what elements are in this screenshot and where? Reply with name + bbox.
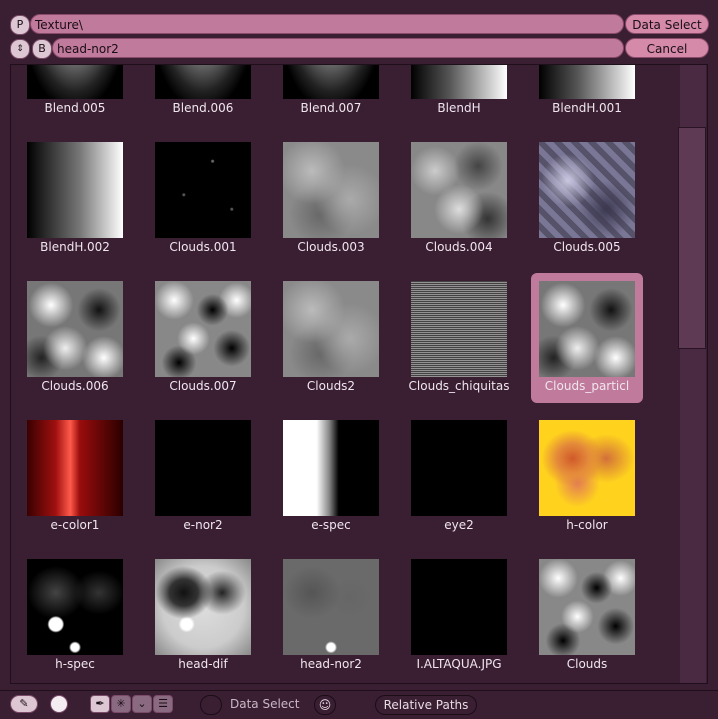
- texture-thumbnail[interactable]: [411, 65, 507, 99]
- thumbnail-item[interactable]: BlendH.002: [11, 134, 123, 264]
- thumbnail-label: eye2: [444, 518, 474, 532]
- texture-thumbnail[interactable]: [411, 559, 507, 655]
- thumbnail-item[interactable]: eye2: [395, 412, 507, 542]
- texture-thumbnail[interactable]: [27, 420, 123, 516]
- texture-thumbnail[interactable]: [283, 142, 379, 238]
- path-field[interactable]: Texture\: [30, 14, 624, 34]
- thumbnail-item[interactable]: I.ALTAQUA.JPG: [395, 551, 507, 681]
- thumbnail-item[interactable]: Clouds.007: [139, 273, 251, 403]
- thumbnail-label: Clouds.006: [41, 379, 109, 393]
- thumbnail-item[interactable]: Clouds.003: [267, 134, 379, 264]
- thumbnail-item[interactable]: e-nor2: [139, 412, 251, 542]
- sort-size-icon[interactable]: ☰: [153, 695, 173, 713]
- thumbnail-label: BlendH.002: [40, 240, 110, 254]
- file-browser-footer: ✎ ✒ ✳ ⌄ ☰ Data Select ☺ Relative Paths: [0, 690, 718, 719]
- thumbnail-item[interactable]: Blend.005: [11, 65, 123, 125]
- thumbnail-item[interactable]: Clouds: [523, 551, 635, 681]
- texture-thumbnail[interactable]: [155, 142, 251, 238]
- texture-thumbnail[interactable]: [155, 559, 251, 655]
- thumbnail-label: Blend.005: [44, 101, 106, 115]
- thumbnail-label: Clouds.003: [297, 240, 365, 254]
- sort-arrows-icon[interactable]: ⇕: [10, 39, 30, 59]
- texture-thumbnail[interactable]: [283, 420, 379, 516]
- thumbnail-item[interactable]: h-spec: [11, 551, 123, 681]
- thumbnail-label: Clouds2: [306, 379, 356, 393]
- texture-thumbnail[interactable]: [283, 65, 379, 99]
- texture-thumbnail[interactable]: [155, 420, 251, 516]
- thumbnail-item[interactable]: e-color1: [11, 412, 123, 542]
- thumbnail-item[interactable]: Clouds_particl: [523, 273, 643, 403]
- texture-thumbnail[interactable]: [539, 559, 635, 655]
- thumbnail-label: I.ALTAQUA.JPG: [416, 657, 502, 671]
- thumbnail-item[interactable]: Clouds.001: [139, 134, 251, 264]
- thumbnail-label: head-dif: [178, 657, 228, 671]
- thumbnail-label: Clouds.001: [169, 240, 237, 254]
- thumbnail-label: Clouds.004: [425, 240, 493, 254]
- texture-thumbnail[interactable]: [411, 281, 507, 377]
- texture-thumbnail[interactable]: [539, 281, 635, 377]
- thumbnail-label: e-color1: [50, 518, 100, 532]
- thumbnail-item[interactable]: Clouds.005: [523, 134, 635, 264]
- texture-thumbnail[interactable]: [155, 281, 251, 377]
- filename-field[interactable]: head-nor2: [52, 38, 624, 58]
- thumbnail-item[interactable]: BlendH.001: [523, 65, 635, 125]
- thumbnail-grid: Blend.005 Blend.006 Blend.007 BlendH BlendH.…: [11, 65, 681, 683]
- texture-thumbnail[interactable]: [411, 142, 507, 238]
- thumbnail-item[interactable]: head-dif: [139, 551, 251, 681]
- thumbnail-label: head-nor2: [300, 657, 362, 671]
- texture-thumbnail[interactable]: [27, 65, 123, 99]
- thumbnail-label: h-spec: [55, 657, 95, 671]
- thumbnail-label: BlendH: [437, 101, 481, 115]
- browse-tab-button[interactable]: B: [32, 39, 52, 59]
- texture-thumbnail[interactable]: [539, 142, 635, 238]
- thumbnail-label: Clouds.007: [169, 379, 237, 393]
- thumbnail-label: Blend.007: [300, 101, 362, 115]
- data-select-toggle[interactable]: [200, 695, 222, 715]
- texture-thumbnail[interactable]: [27, 142, 123, 238]
- thumbnail-item[interactable]: BlendH: [395, 65, 507, 125]
- thumbnail-label: Clouds_chiquitas: [408, 379, 510, 393]
- relative-paths-button[interactable]: Relative Paths: [375, 695, 477, 715]
- thumbnail-item[interactable]: e-spec: [267, 412, 379, 542]
- texture-thumbnail[interactable]: [411, 420, 507, 516]
- texture-thumbnail[interactable]: [27, 281, 123, 377]
- data-select-label: Data Select: [230, 697, 300, 711]
- thumbnail-item[interactable]: Blend.006: [139, 65, 251, 125]
- texture-thumbnail[interactable]: [283, 559, 379, 655]
- thumbnail-item[interactable]: head-nor2: [267, 551, 379, 681]
- thumbnail-label: h-color: [566, 518, 608, 532]
- texture-thumbnail[interactable]: [539, 65, 635, 99]
- thumbnail-label: e-spec: [311, 518, 351, 532]
- pencil-icon[interactable]: ✎: [10, 695, 38, 713]
- thumbnail-label: Clouds_particl: [544, 379, 630, 393]
- sort-ext-icon[interactable]: ✳: [111, 695, 131, 713]
- file-browser-header: P Texture\ Data Select ⇕ B head-nor2 Can…: [0, 0, 718, 64]
- sort-time-icon[interactable]: ⌄: [132, 695, 152, 713]
- thumbnail-item[interactable]: Clouds.004: [395, 134, 507, 264]
- thumbnail-label: Clouds: [566, 657, 608, 671]
- thumbnail-item[interactable]: Clouds.006: [11, 273, 123, 403]
- scrollbar-thumb[interactable]: [678, 127, 706, 349]
- thumbnail-item[interactable]: Clouds2: [267, 273, 379, 403]
- texture-thumbnail[interactable]: [27, 559, 123, 655]
- thumbnail-label: BlendH.001: [552, 101, 622, 115]
- thumbnail-item[interactable]: Clouds_chiquitas: [395, 273, 509, 403]
- texture-thumbnail[interactable]: [539, 420, 635, 516]
- thumbnail-label: Blend.006: [172, 101, 234, 115]
- texture-thumbnail[interactable]: [155, 65, 251, 99]
- sort-name-icon[interactable]: ✒: [90, 695, 110, 713]
- data-select-button[interactable]: Data Select: [625, 14, 709, 34]
- parent-dir-button[interactable]: P: [10, 15, 30, 35]
- thumbnail-panel: Blend.005 Blend.006 Blend.007 BlendH BlendH.…: [10, 64, 708, 684]
- thumbnail-item[interactable]: Blend.007: [267, 65, 379, 125]
- toggle-square-icon[interactable]: [50, 695, 68, 713]
- texture-thumbnail[interactable]: [283, 281, 379, 377]
- ghost-icon[interactable]: ☺: [314, 695, 336, 715]
- thumbnail-label: e-nor2: [183, 518, 223, 532]
- thumbnail-item[interactable]: h-color: [523, 412, 635, 542]
- thumbnail-label: Clouds.005: [553, 240, 621, 254]
- cancel-button[interactable]: Cancel: [625, 38, 709, 58]
